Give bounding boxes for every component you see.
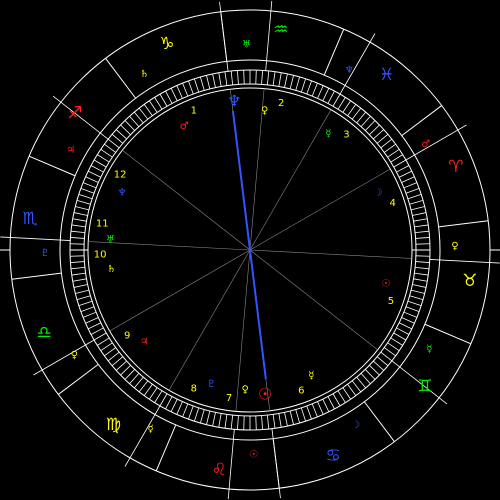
house-number: 4 <box>389 198 395 209</box>
sign-ruler-glyph: ☉ <box>249 449 258 460</box>
zodiac-sign-glyph: ♏ <box>23 209 38 229</box>
zodiac-sign-glyph: ♋ <box>326 446 341 466</box>
house-ruler-glyph: ☉ <box>381 278 390 289</box>
sign-ruler-glyph: ♂ <box>421 139 430 150</box>
sign-ruler-glyph: ♄ <box>140 69 149 80</box>
zodiac-sign-glyph: ♍ <box>106 415 121 435</box>
sign-ruler-glyph: ☽ <box>351 420 360 431</box>
house-ruler-glyph: ♀ <box>261 105 268 116</box>
house-number: 2 <box>278 98 284 109</box>
astrology-wheel: ♑♄♐♃♏♇♎♀♍ ☿♌☉ ♋☽♊☿♉♀♈♂♓♆♒♅10♄9♃8 ♇7♀ 6☿5☉4☽3… <box>0 0 500 500</box>
house-number: 11 <box>96 218 109 229</box>
house-ruler-glyph: ♅ <box>106 235 115 246</box>
zodiac-sign-glyph: ♐ <box>67 103 82 123</box>
zodiac-sign-glyph: ♓ <box>379 65 394 85</box>
house-number: 10 <box>94 250 107 261</box>
house-number: 6 <box>298 385 304 396</box>
house-number: 3 <box>343 130 349 141</box>
house-number: 5 <box>388 296 394 307</box>
zodiac-sign-glyph: ♌ <box>211 460 226 480</box>
house-ruler-glyph: ☿ <box>325 128 331 139</box>
house-ruler-glyph: ♇ <box>207 379 216 390</box>
house-ruler-glyph: ☽ <box>373 188 382 199</box>
zodiac-sign-glyph: ♑ <box>159 34 174 54</box>
zodiac-sign-glyph: ♈ <box>448 157 463 177</box>
planet-glyph: ♆ <box>227 91 241 110</box>
sign-ruler-glyph: ☿ <box>426 344 432 355</box>
house-number: 8 <box>191 384 197 395</box>
house-ruler-glyph: ♃ <box>140 336 149 347</box>
sign-ruler-glyph: ♃ <box>66 145 75 156</box>
zodiac-sign-glyph: ♉ <box>462 271 477 291</box>
house-ruler-glyph: ☿ <box>308 370 314 381</box>
house-ruler-glyph: ♂ <box>180 121 189 132</box>
sign-ruler-glyph: ♀ <box>71 350 78 361</box>
house-number: 12 <box>114 170 127 181</box>
house-ruler-glyph: ♄ <box>107 264 116 275</box>
house-number: 9 <box>124 331 130 342</box>
sign-ruler-glyph: ♅ <box>242 40 251 51</box>
house-ruler-glyph: ♀ <box>241 384 248 395</box>
house-number: 1 <box>191 105 197 116</box>
sign-ruler-glyph: ♆ <box>345 65 354 76</box>
house-number: 7 <box>226 393 232 404</box>
planet-glyph: ☉ <box>258 385 272 404</box>
zodiac-sign-glyph: ♊ <box>417 377 432 397</box>
zodiac-sign-glyph: ♒ <box>273 20 288 40</box>
sign-ruler-glyph: ♀ <box>451 241 458 252</box>
house-ruler-glyph: ♆ <box>118 188 127 199</box>
sign-ruler-glyph: ☿ <box>148 424 154 435</box>
sign-ruler-glyph: ♇ <box>41 248 50 259</box>
zodiac-sign-glyph: ♎ <box>37 323 52 343</box>
